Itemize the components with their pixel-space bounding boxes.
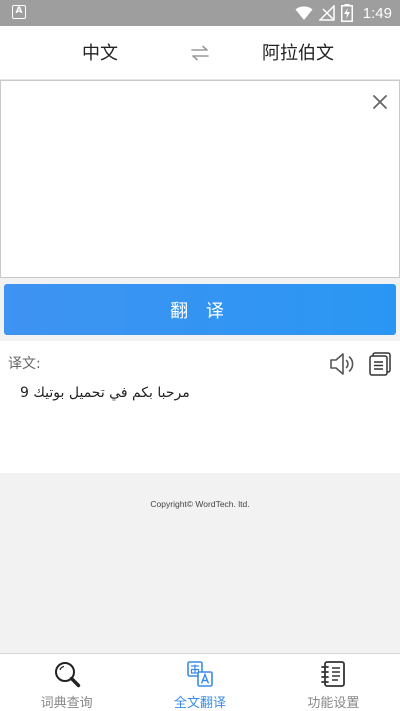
speaker-icon[interactable] — [328, 351, 356, 377]
source-text-input[interactable] — [11, 91, 351, 267]
search-icon — [54, 662, 80, 688]
result-label: 译文: — [8, 356, 41, 372]
language-bar: 中文 阿拉伯文 — [0, 26, 400, 80]
source-text-panel — [0, 80, 400, 278]
nav-label-settings: 功能设置 — [307, 696, 360, 711]
clock: 1:49 — [362, 4, 392, 22]
battery-charging-icon — [340, 4, 353, 22]
copyright-text: Copyright© WordTech. ltd. — [150, 499, 250, 509]
bottom-navigation: 词典查询 全文翻译 功能设置 — [0, 653, 400, 711]
signal-off-icon — [318, 5, 335, 21]
system-icons: 1:49 — [295, 3, 392, 23]
nav-label-dictionary: 词典查询 — [40, 696, 93, 711]
nav-item-settings[interactable]: 功能设置 — [267, 654, 400, 711]
source-language-selector[interactable]: 中文 — [82, 39, 118, 65]
status-bar: A 1:49 — [0, 0, 400, 26]
target-language-selector[interactable]: 阿拉伯文 — [262, 39, 334, 65]
swap-arrows-icon[interactable] — [190, 43, 210, 63]
app-notification-icon: A — [12, 5, 26, 19]
translated-text: مرحبا بكم في تحميل بوتيك 9 — [20, 385, 190, 401]
wifi-icon — [295, 6, 313, 20]
notebook-icon — [321, 661, 346, 687]
nav-item-full-translation[interactable]: 全文翻译 — [133, 654, 266, 711]
nav-label-full-translation: 全文翻译 — [173, 696, 226, 711]
translation-result-panel: 译文: مرحبا بكم في تحميل بوتيك 9 — [0, 341, 400, 473]
nav-item-dictionary[interactable]: 词典查询 — [0, 654, 133, 711]
close-icon[interactable] — [371, 93, 389, 111]
translate-button[interactable]: 翻 译 — [4, 284, 396, 335]
translate-icon — [187, 661, 213, 687]
copy-icon[interactable] — [368, 351, 392, 377]
